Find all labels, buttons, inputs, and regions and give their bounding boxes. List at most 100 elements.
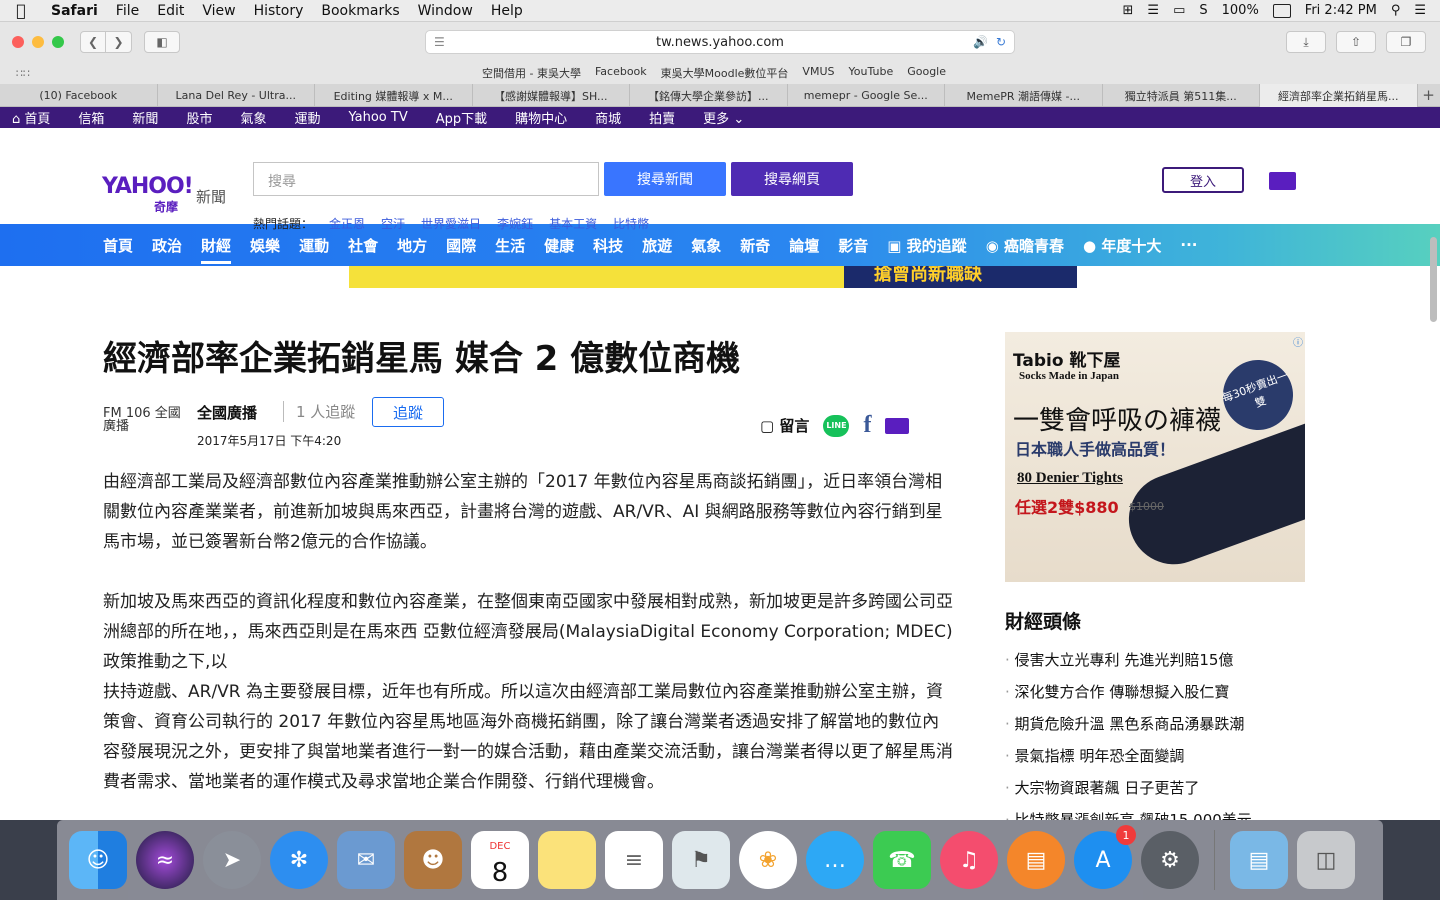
cat-top10[interactable]: ● 年度十大: [1083, 225, 1161, 266]
clock[interactable]: Fri 2:42 PM: [1305, 3, 1377, 18]
share-button[interactable]: ⇧: [1336, 31, 1376, 53]
facebook-share-icon[interactable]: f: [863, 412, 871, 439]
app-store-icon[interactable]: A1: [1074, 825, 1136, 889]
menu-file[interactable]: File: [107, 3, 148, 19]
line-share-icon[interactable]: LINE: [823, 414, 850, 437]
reload-icon[interactable]: ↻: [996, 35, 1006, 49]
menu-edit[interactable]: Edit: [148, 3, 193, 19]
browser-tab[interactable]: Editing 媒體報導 x M...: [315, 84, 473, 107]
maps-icon[interactable]: ⚑: [672, 831, 730, 889]
finance-headline-link[interactable]: 景氣指標 明年恐全面變調: [1005, 740, 1252, 772]
forward-button[interactable]: ❯: [106, 31, 132, 53]
top-banner-ad[interactable]: 搶曾尚新職缺: [349, 266, 1077, 288]
finance-headline-link[interactable]: 比特幣暴漲創新高 飆破15,000美元: [1005, 804, 1252, 820]
cat-weather[interactable]: 氣象: [691, 225, 721, 266]
wifi-icon[interactable]: ☰: [1147, 3, 1159, 18]
reader-icon[interactable]: ☰: [434, 35, 445, 49]
mail-app-icon[interactable]: ✉: [337, 831, 395, 889]
topnav-mail[interactable]: 信箱: [64, 108, 118, 127]
topnav-shopping[interactable]: 購物中心: [501, 108, 581, 127]
topnav-app[interactable]: App下載: [422, 108, 501, 127]
topnav-weather[interactable]: 氣象: [226, 108, 280, 127]
finance-headline-link[interactable]: 大宗物資跟著飆 日子更苦了: [1005, 772, 1252, 804]
ad-info-icon[interactable]: ⓘ: [1293, 334, 1303, 349]
cat-entertainment[interactable]: 娛樂: [250, 225, 280, 266]
list-icon[interactable]: ☰: [1414, 3, 1426, 18]
browser-tab[interactable]: 獨立特派員 第511集...: [1103, 84, 1260, 107]
topnav-news[interactable]: 新聞: [118, 108, 172, 127]
topnav-tv[interactable]: Yahoo TV: [334, 110, 421, 125]
facetime-icon[interactable]: ☎: [873, 831, 931, 889]
minimize-window-icon[interactable]: [32, 36, 44, 48]
cat-following[interactable]: ▣ 我的追蹤: [887, 225, 966, 266]
keyboard-icon[interactable]: ⊞: [1123, 3, 1134, 18]
page-scrollbar[interactable]: [1430, 237, 1437, 322]
address-bar[interactable]: ☰ tw.news.yahoo.com 🔊 ↻: [425, 30, 1015, 54]
cat-health[interactable]: 健康: [544, 225, 574, 266]
finance-headline-link[interactable]: 期貨危險升溫 黑色系商品湧暴跌潮: [1005, 708, 1252, 740]
new-tab-icon[interactable]: +: [1418, 84, 1440, 106]
back-button[interactable]: ❮: [80, 31, 106, 53]
browser-tab[interactable]: MemePR 潮語傳媒 -...: [945, 84, 1103, 107]
login-button[interactable]: 登入: [1162, 167, 1244, 193]
zoom-window-icon[interactable]: [52, 36, 64, 48]
audio-icon[interactable]: 🔊: [973, 35, 988, 49]
topnav-home[interactable]: ⌂ 首頁: [0, 108, 64, 127]
photos-icon[interactable]: ❀: [739, 831, 797, 889]
favorite-link[interactable]: YouTube: [848, 65, 893, 81]
sidebar-toggle-button[interactable]: ◧: [144, 31, 180, 53]
menu-window[interactable]: Window: [409, 3, 482, 19]
source-logo[interactable]: FM 106 全國廣播: [103, 407, 191, 437]
topnav-more[interactable]: 更多 ⌄: [689, 108, 758, 127]
browser-tab-active[interactable]: 經濟部率企業拓銷星馬...: [1260, 84, 1418, 107]
browser-tab[interactable]: Lana Del Rey - Ultra...: [158, 84, 315, 107]
menu-view[interactable]: View: [193, 3, 244, 19]
close-window-icon[interactable]: [12, 36, 24, 48]
contacts-icon[interactable]: ☻: [404, 831, 462, 889]
ibooks-icon[interactable]: ▤: [1007, 831, 1065, 889]
menu-help[interactable]: Help: [482, 3, 532, 19]
finance-headline-link[interactable]: 侵害大立光專利 先進光判賠15億: [1005, 644, 1252, 676]
search-news-button[interactable]: 搜尋新聞: [604, 162, 726, 196]
messages-icon[interactable]: …: [806, 831, 864, 889]
siri-icon[interactable]: ≈: [136, 831, 194, 889]
reminders-icon[interactable]: ≡: [605, 831, 663, 889]
favorites-grid-icon[interactable]: ∷∷: [16, 67, 30, 80]
browser-tab[interactable]: memepr - Google Se...: [788, 84, 945, 107]
cat-local[interactable]: 地方: [397, 225, 427, 266]
search-icon[interactable]: ⚲: [1391, 3, 1401, 18]
downloads-folder-icon[interactable]: ▤: [1230, 831, 1288, 889]
comment-button[interactable]: ▢ 留言: [760, 415, 809, 436]
finder-icon[interactable]: ☺: [69, 831, 127, 889]
battery-icon[interactable]: [1272, 3, 1291, 18]
mail-icon[interactable]: [1269, 172, 1296, 190]
cat-international[interactable]: 國際: [446, 225, 476, 266]
cat-forum[interactable]: 論壇: [789, 225, 819, 266]
cat-travel[interactable]: 旅遊: [642, 225, 672, 266]
side-ad[interactable]: Tabio 靴下屋 Socks Made in Japan 一雙會呼吸の褲襪 日…: [1005, 332, 1305, 582]
skype-icon[interactable]: S: [1199, 3, 1207, 18]
safari-icon[interactable]: ✻: [270, 831, 328, 889]
cat-home[interactable]: 首頁: [103, 225, 133, 266]
follow-button[interactable]: 追蹤: [372, 397, 444, 427]
trash-icon[interactable]: ◫: [1297, 831, 1355, 889]
cat-sports[interactable]: 運動: [299, 225, 329, 266]
browser-tab[interactable]: 【感謝媒體報導】SH...: [473, 84, 630, 107]
launchpad-icon[interactable]: ➤: [203, 831, 261, 889]
cat-tech[interactable]: 科技: [593, 225, 623, 266]
cat-more[interactable]: ···: [1180, 226, 1197, 264]
favorite-link[interactable]: Facebook: [595, 65, 647, 81]
menu-history[interactable]: History: [245, 3, 313, 19]
cat-cancer[interactable]: ◉ 癌曕青春: [986, 225, 1064, 266]
topnav-auction[interactable]: 拍賣: [635, 108, 689, 127]
calendar-icon[interactable]: DEC 8: [471, 831, 529, 889]
search-input[interactable]: 搜尋: [253, 162, 599, 196]
cat-life[interactable]: 生活: [495, 225, 525, 266]
source-name[interactable]: 全國廣播: [197, 402, 257, 423]
notes-icon[interactable]: [538, 831, 596, 889]
favorite-link[interactable]: Google: [907, 65, 946, 81]
favorite-link[interactable]: VMUS: [802, 65, 834, 81]
cat-novel[interactable]: 新奇: [740, 225, 770, 266]
apple-menu-icon[interactable]: : [0, 1, 42, 20]
topnav-mall[interactable]: 商城: [581, 108, 635, 127]
